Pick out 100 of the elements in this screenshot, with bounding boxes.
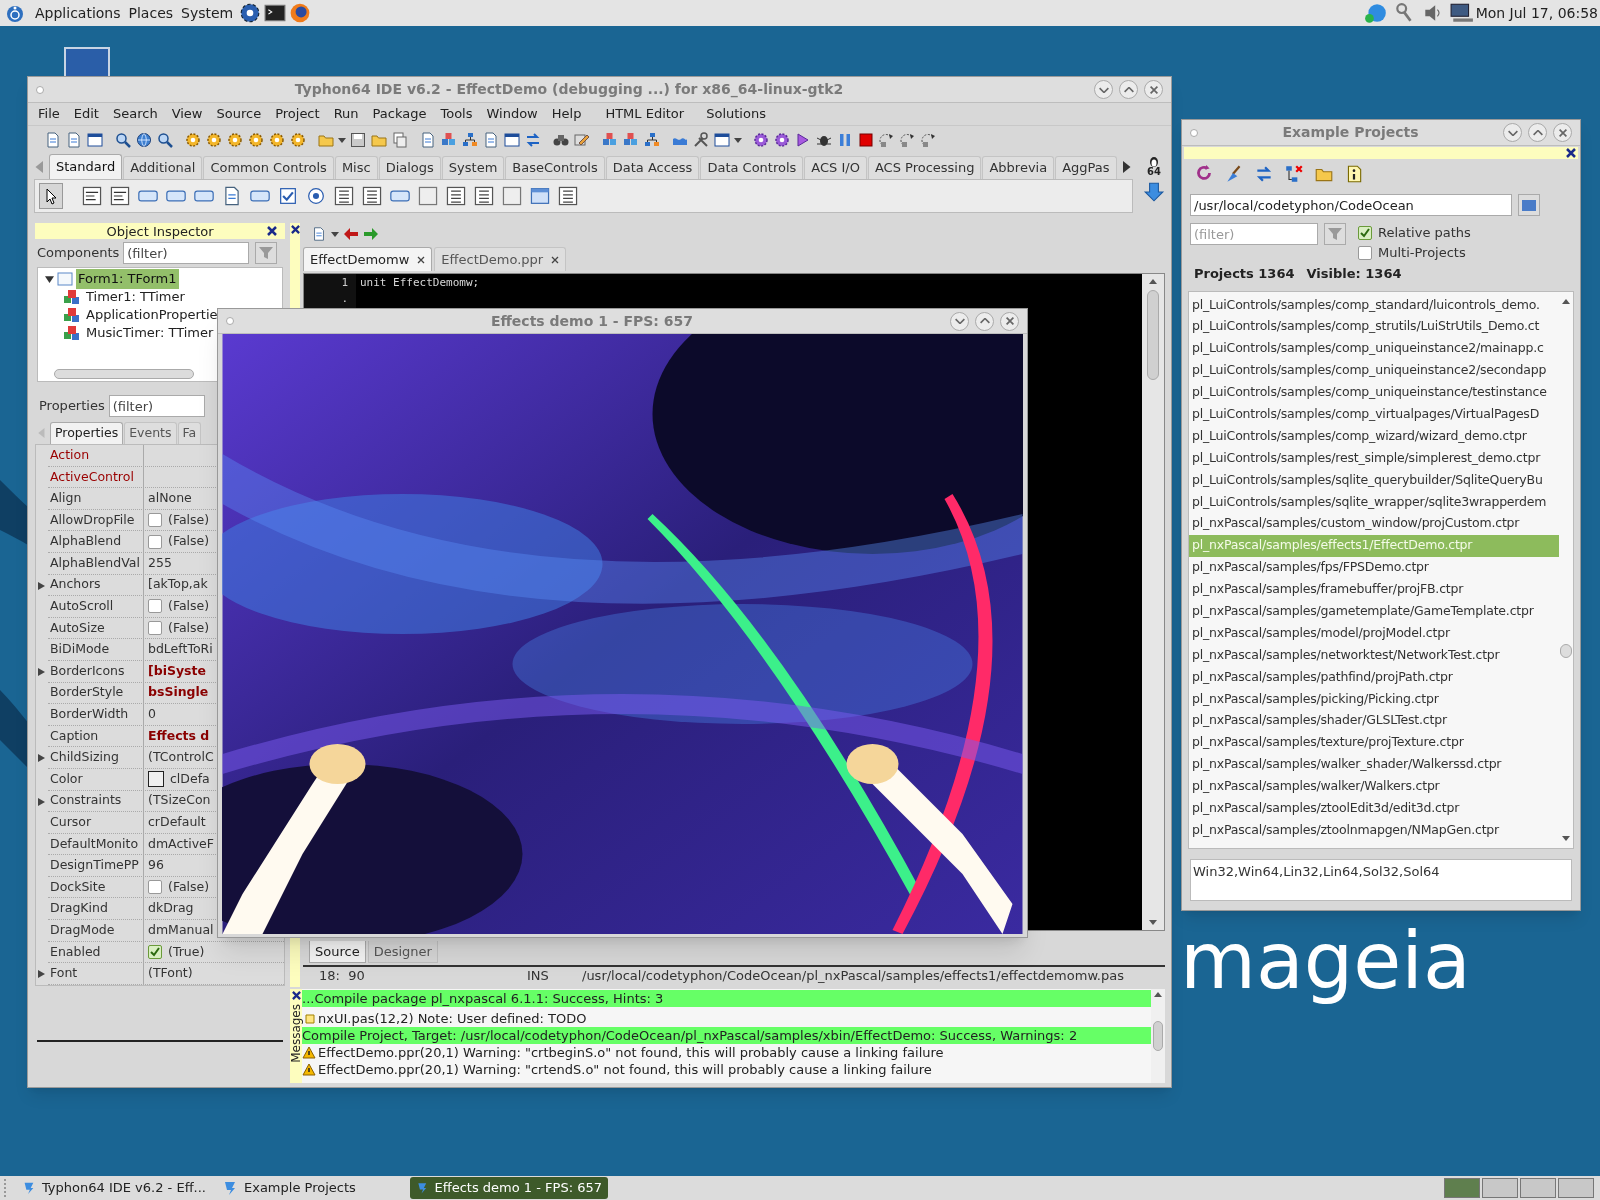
project-item[interactable]: pl_nxPascal/samples/networktest/NetworkTest.ctpr [1189,644,1559,667]
pointer-button[interactable] [39,183,63,209]
close-button[interactable] [1553,123,1572,142]
property-value[interactable]: (TSizeCon [148,791,211,811]
checkbox[interactable] [148,621,162,636]
project-item[interactable]: pl_nxPascal/samples/framebuffer/projFB.ctpr [1189,578,1559,601]
panel-menu[interactable]: Places [124,2,178,24]
taskbar-item[interactable]: Example Projects [216,1177,396,1199]
search-icon[interactable] [156,130,174,149]
forward-arrow-icon[interactable] [363,227,379,241]
list-icon[interactable] [473,185,495,207]
inspector-tab[interactable]: Events [124,422,177,444]
checkbox[interactable] [148,880,162,895]
frame-icon[interactable] [529,185,551,207]
save-icon[interactable] [349,130,367,149]
checkbox[interactable] [148,534,162,549]
expand-arrow-icon[interactable] [38,970,45,979]
project-item[interactable]: pl_nxPascal/samples/custom_window/projCustom.ctpr [1189,512,1559,535]
palette-tab[interactable]: Abbrevia [982,156,1055,179]
project-item[interactable]: pl_LuiControls/samples/comp_strutils/LuiStrUtils_Demo.ct [1189,315,1559,338]
palette-tab[interactable]: Standard [49,154,123,179]
property-value[interactable]: (False) [168,877,210,897]
editor-tab[interactable]: EffectDemomw [303,247,433,271]
property-value[interactable]: [akTop,ak [148,575,208,595]
property-value[interactable]: crDefault [148,813,206,832]
expand-arrow-icon[interactable] [38,667,45,676]
palette-tab[interactable]: Misc [334,156,378,179]
tree-icon[interactable] [461,130,479,149]
editor-tab[interactable]: EffectDemo.ppr [434,247,567,271]
property-value[interactable]: (True) [168,942,205,962]
minimize-button[interactable] [950,311,969,331]
panel-menu[interactable]: System [177,2,238,24]
view-tab[interactable]: Source [309,941,366,963]
property-value[interactable]: (False) [168,532,210,552]
maximize-button[interactable] [1119,80,1138,99]
scrollbar-thumb[interactable] [54,369,194,379]
monitor-icon[interactable] [64,47,110,79]
taskbar-item[interactable]: Effects demo 1 - FPS: 657 [410,1177,608,1199]
inspector-tab[interactable]: Properties [50,422,124,444]
project-item[interactable]: pl_LuiControls/samples/sqlite_wrapper/sqlite3wrapperdem [1189,491,1559,513]
property-value[interactable]: dkDrag [148,899,194,919]
stop-icon[interactable] [857,130,875,149]
property-value[interactable]: (False) [168,510,210,530]
close-button[interactable] [1000,311,1019,331]
close-icon[interactable] [417,255,426,264]
expand-arrow-icon[interactable] [38,581,45,590]
filter-field[interactable]: (filter) [123,242,250,264]
project-item[interactable]: pl_nxPascal/samples/ztoolnmapgen/NMapGen.ctpr [1189,819,1559,842]
close-icon[interactable] [267,226,277,236]
gear-icon[interactable] [239,2,262,24]
menu-icon[interactable] [81,185,103,207]
palette-tab[interactable]: Data Controls [700,156,804,179]
gear-icon[interactable] [752,130,770,149]
menu-item[interactable]: Tools [440,104,473,124]
list-icon[interactable] [361,185,383,207]
project-item[interactable]: pl_LuiControls/samples/comp_wizard/wizard_demo.ctpr [1189,425,1559,448]
browser-icon[interactable] [289,2,312,24]
menu-item[interactable]: Help [551,104,582,124]
document-icon[interactable] [311,226,327,242]
minimize-button[interactable] [1094,80,1113,99]
dropdown-arrow-icon[interactable] [338,135,346,144]
property-value[interactable]: dmManual [148,921,214,940]
project-item[interactable]: pl_LuiControls/samples/comp_uniqueinstance2/mainapp.c [1189,337,1559,360]
scrollbar-thumb[interactable] [1560,644,1572,658]
view-tab[interactable]: Designer [367,941,438,963]
checkbox[interactable] [1358,226,1372,240]
menu-item[interactable]: Solutions [706,104,766,124]
menu-item[interactable]: Edit [73,104,99,124]
search-icon[interactable] [114,130,132,149]
maximize-button[interactable] [1528,123,1547,142]
tree-item[interactable]: ApplicationPropertie [84,305,220,325]
property-value[interactable]: 0 [148,705,156,724]
checkbox[interactable] [148,599,162,614]
project-item[interactable]: pl_nxPascal/samples/model/projModel.ctpr [1189,622,1559,645]
project-item[interactable]: pl_nxPascal/samples/ztoolEdit3d/edit3d.ctpr [1189,797,1559,820]
tree-icon[interactable] [1284,164,1304,184]
project-item[interactable]: pl_LuiControls/samples/sqlite_querybuilder/SqliteQueryBu [1189,469,1559,491]
list-icon[interactable] [557,185,579,207]
taskbar-item[interactable]: Typhon64 IDE v6.2 - Eff... [16,1177,212,1199]
list-icon[interactable] [333,185,355,207]
distribution-logo-icon[interactable] [5,3,25,23]
property-value[interactable]: bsSingle [148,683,209,703]
workspace-button[interactable] [1482,1178,1518,1198]
filter-field[interactable]: (filter) [1190,223,1318,245]
dropdown-arrow-icon[interactable] [331,230,339,238]
property-value[interactable]: 255 [148,553,172,573]
property-value[interactable]: dmActiveF [148,834,214,854]
menu-item[interactable]: HTML Editor [605,104,685,124]
project-item[interactable]: pl_nxPascal/samples/picking/Picking.ctpr [1189,688,1559,710]
wrench-icon[interactable] [692,130,710,149]
close-icon[interactable] [1566,148,1576,158]
tree-item[interactable]: MusicTimer: TTimer [84,323,216,343]
browse-button[interactable] [1518,194,1540,216]
document-icon[interactable] [44,130,62,149]
palette-tab[interactable]: ACS Processing [867,156,982,179]
property-value[interactable]: (False) [168,597,210,616]
property-value[interactable]: 96 [148,856,164,875]
project-item[interactable]: pl_nxPascal/samples/walker/Walkers.ctpr [1189,775,1559,798]
palette-tab[interactable]: System [441,156,505,179]
expand-arrow-icon[interactable] [38,754,45,763]
